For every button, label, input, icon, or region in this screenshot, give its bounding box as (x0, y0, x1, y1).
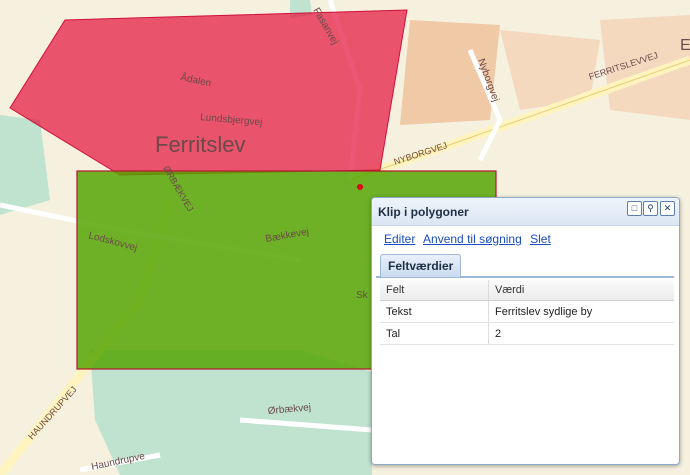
vertex-marker[interactable] (357, 184, 363, 190)
tab-bar: Feltværdier (376, 252, 674, 278)
corner-label: E (680, 37, 690, 54)
apply-to-search-link[interactable]: Anvend til søgning (423, 232, 522, 246)
field-value: Ferritslev sydlige by (488, 300, 674, 323)
tab-feltvaerdier[interactable]: Feltværdier (380, 254, 462, 277)
field-value: 2 (488, 322, 674, 345)
popup-title: Klip i polygoner (378, 205, 469, 219)
table-row[interactable]: Tekst Ferritslev sydlige by (380, 300, 674, 323)
street-label: Sk (356, 290, 369, 301)
popup-actions: Editer Anvend til søgning Slet (384, 232, 556, 246)
field-name: Tekst (380, 300, 489, 323)
town-label: Ferritslev (155, 132, 245, 157)
edit-link[interactable]: Editer (384, 232, 415, 246)
close-icon[interactable]: ✕ (660, 201, 675, 216)
column-header-field[interactable]: Felt (380, 280, 489, 301)
field-name: Tal (380, 322, 489, 345)
column-header-value[interactable]: Værdi (488, 280, 674, 301)
feature-popup: Klip i polygoner □ ⚲ ✕ Editer Anvend til… (371, 197, 680, 465)
attribute-table: Felt Værdi Tekst Ferritslev sydlige by T… (380, 280, 674, 345)
restore-icon[interactable]: □ (627, 201, 642, 216)
popup-header[interactable]: Klip i polygoner □ ⚲ ✕ (372, 198, 679, 226)
table-row[interactable]: Tal 2 (380, 322, 674, 345)
magnifier-icon[interactable]: ⚲ (643, 201, 658, 216)
delete-link[interactable]: Slet (530, 232, 551, 246)
